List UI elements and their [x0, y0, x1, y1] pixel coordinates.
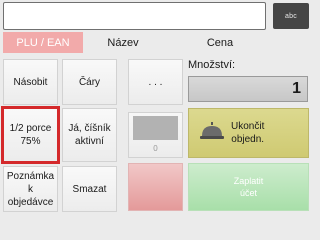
service-bell-icon: [199, 121, 225, 146]
tab-plu-ean[interactable]: PLU / EAN: [3, 32, 83, 53]
finish-order-label: Ukončit objedn.: [231, 121, 265, 145]
keyboard-button[interactable]: abc: [273, 3, 309, 29]
gray-swatch: [133, 116, 178, 140]
tab-nazev[interactable]: Název: [83, 32, 163, 53]
lines-button[interactable]: Čáry: [62, 59, 117, 105]
keyboard-button-label: abc: [285, 12, 297, 20]
waiter-active-button[interactable]: Já, číšník aktivní: [62, 108, 117, 162]
tab-cena[interactable]: Cena: [180, 32, 260, 53]
finish-order-button[interactable]: Ukončit objedn.: [188, 108, 309, 158]
order-note-button[interactable]: Poznámka k objedávce: [3, 166, 58, 212]
gray-tile-count: 0: [153, 144, 158, 153]
color-tile-red[interactable]: [128, 163, 183, 211]
multiply-button[interactable]: Násobit: [3, 59, 58, 105]
delete-button[interactable]: Smazat: [62, 166, 117, 212]
more-button[interactable]: . . .: [128, 59, 183, 105]
quantity-label: Množství:: [188, 59, 236, 71]
half-portion-button[interactable]: 1/2 porce 75%: [1, 106, 60, 164]
quantity-field[interactable]: 1: [188, 76, 308, 102]
pay-bill-button[interactable]: Zaplatit účet: [188, 163, 309, 211]
search-input[interactable]: [3, 2, 266, 30]
